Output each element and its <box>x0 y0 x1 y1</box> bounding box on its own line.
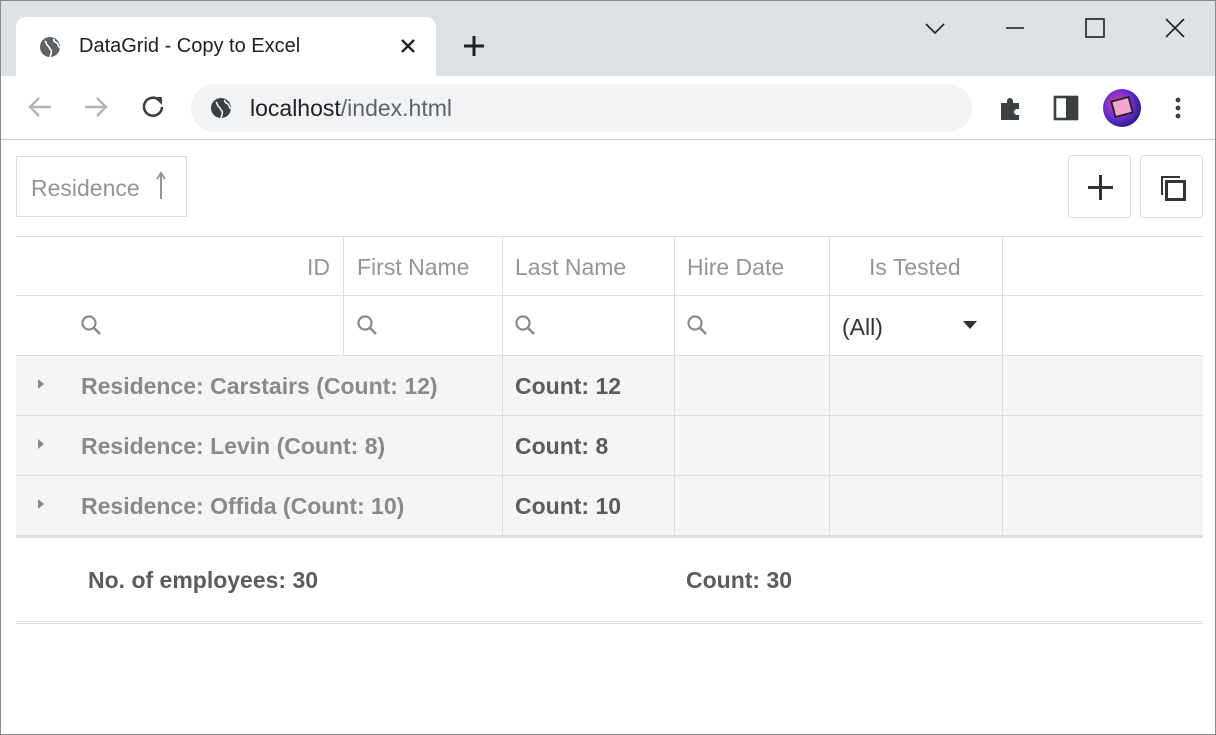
header-cell-hire-date[interactable]: Hire Date <box>675 237 829 295</box>
column-divider <box>1002 416 1003 475</box>
plus-icon[interactable] <box>459 31 489 61</box>
arrow-right-icon[interactable] <box>81 92 111 122</box>
puzzle-icon[interactable] <box>996 93 1026 123</box>
side-panel-icon[interactable] <box>1051 93 1081 123</box>
arrow-left-icon[interactable] <box>25 92 55 122</box>
url-text: localhost/index.html <box>250 95 452 122</box>
search-icon <box>357 315 377 335</box>
column-divider <box>829 356 830 415</box>
group-row[interactable]: Residence: Carstairs (Count: 12) Count: … <box>16 356 1203 416</box>
more-vertical-icon[interactable] <box>1163 93 1193 123</box>
filter-cell-last-name[interactable] <box>503 296 674 355</box>
group-row-count: Count: 8 <box>515 433 609 459</box>
plus-icon <box>1088 175 1113 200</box>
datagrid: Residence ID First Name Last Name Hire D… <box>16 141 1203 641</box>
total-employees-summary: No. of employees: 30 <box>88 567 319 593</box>
chevron-down-icon[interactable] <box>917 11 953 47</box>
add-row-button[interactable] <box>1068 155 1131 218</box>
search-icon <box>81 315 101 335</box>
avatar[interactable] <box>1103 89 1141 127</box>
header-row: ID First Name Last Name Hire Date Is Tes… <box>16 236 1203 296</box>
group-chip-label: Residence <box>31 175 140 201</box>
header-label-last-name: Last Name <box>515 254 627 280</box>
avatar-image <box>1110 95 1134 119</box>
group-panel-chip-residence[interactable]: Residence <box>16 156 187 217</box>
filter-row: (All) <box>16 296 1203 356</box>
column-divider <box>1002 356 1003 415</box>
column-divider <box>1002 237 1003 295</box>
header-cell-last-name[interactable]: Last Name <box>503 237 674 295</box>
caret-right-icon[interactable] <box>36 437 46 451</box>
group-row-count: Count: 12 <box>515 373 622 399</box>
group-row[interactable]: Residence: Levin (Count: 8) Count: 8 <box>16 416 1203 476</box>
copy-icon <box>1161 176 1186 201</box>
caret-right-icon[interactable] <box>36 497 46 511</box>
filter-cell-hire-date[interactable] <box>675 296 829 355</box>
group-row[interactable]: Residence: Offida (Count: 10) Count: 10 <box>16 476 1203 536</box>
filter-cell-id[interactable] <box>16 296 343 355</box>
url-path: /index.html <box>340 95 452 121</box>
group-row-label: Residence: Offida (Count: 10) <box>81 493 405 519</box>
browser-tab[interactable]: DataGrid - Copy to Excel <box>16 17 436 76</box>
arrow-up-icon[interactable] <box>154 171 168 201</box>
header-cell-id[interactable]: ID <box>16 237 343 295</box>
address-bar[interactable]: localhost/index.html <box>191 84 972 132</box>
total-count-summary: Count: 30 <box>686 567 793 593</box>
browser-toolbar: localhost/index.html <box>1 76 1215 140</box>
header-cell-first-name[interactable]: First Name <box>344 237 502 295</box>
search-icon <box>687 315 707 335</box>
globe-icon <box>40 37 61 58</box>
filter-cell-first-name[interactable] <box>344 296 502 355</box>
close-icon[interactable] <box>396 34 420 58</box>
close-icon[interactable] <box>1157 11 1193 47</box>
header-label-hire-date: Hire Date <box>687 254 785 280</box>
column-divider <box>502 416 503 475</box>
column-divider <box>674 356 675 415</box>
column-divider <box>1002 476 1003 535</box>
column-chooser-button[interactable] <box>1140 155 1203 218</box>
search-icon <box>515 315 535 335</box>
url-host: localhost <box>250 95 341 121</box>
browser-window: DataGrid - Copy to Excel localhost/index… <box>0 0 1216 735</box>
reload-icon[interactable] <box>138 92 168 122</box>
group-row-label: Residence: Levin (Count: 8) <box>81 433 386 459</box>
is-tested-filter-value: (All) <box>842 314 883 340</box>
header-label-first-name: First Name <box>357 254 470 280</box>
column-divider <box>1002 296 1003 355</box>
header-label-id: ID <box>307 254 330 280</box>
group-row-count: Count: 10 <box>515 493 622 519</box>
group-row-label: Residence: Carstairs (Count: 12) <box>81 373 438 399</box>
maximize-icon[interactable] <box>1077 11 1113 47</box>
header-cell-is-tested[interactable]: Is Tested <box>830 237 1002 295</box>
is-tested-filter-select[interactable]: (All) <box>830 296 1002 355</box>
tab-strip: DataGrid - Copy to Excel <box>1 1 1215 76</box>
tab-title: DataGrid - Copy to Excel <box>79 35 301 57</box>
caret-right-icon[interactable] <box>36 377 46 391</box>
header-label-is-tested: Is Tested <box>869 254 961 280</box>
minimize-icon[interactable] <box>997 11 1033 47</box>
globe-icon[interactable] <box>209 96 233 120</box>
caret-down-icon[interactable] <box>963 321 977 329</box>
column-divider <box>502 356 503 415</box>
column-divider <box>829 476 830 535</box>
total-summary-row: No. of employees: 30 Count: 30 <box>16 536 1203 624</box>
column-divider <box>674 416 675 475</box>
column-divider <box>829 416 830 475</box>
column-divider <box>502 476 503 535</box>
column-divider <box>674 476 675 535</box>
